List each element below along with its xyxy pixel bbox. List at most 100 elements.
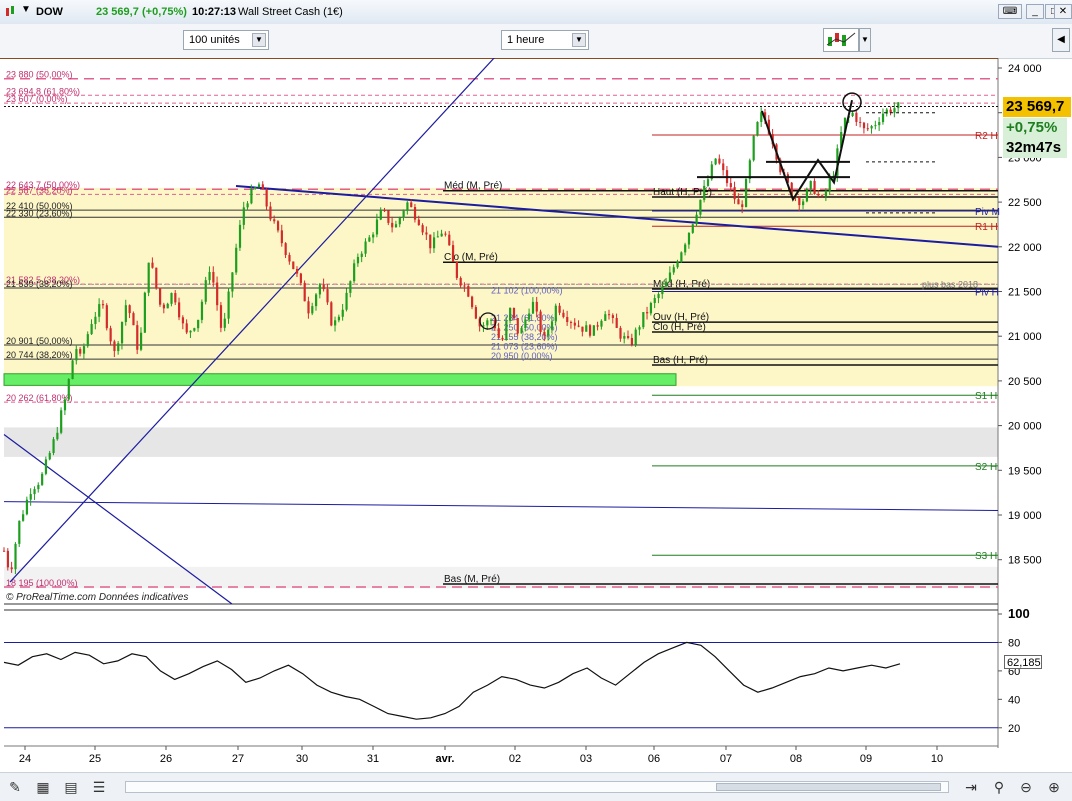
candle-body: [299, 273, 302, 283]
candle-body: [436, 236, 439, 238]
candle-body: [634, 329, 637, 345]
rsi-line: [3, 641, 901, 720]
chart-area[interactable]: 23 880 (50,00%)23 694,8 (61,80%)23 607 (…: [0, 58, 1072, 772]
candle-body: [101, 304, 105, 306]
horizontal-scrollbar[interactable]: [125, 781, 949, 793]
candle-body: [155, 267, 158, 288]
candle-body: [60, 410, 63, 433]
candle-body: [193, 328, 196, 331]
candle-body: [326, 289, 329, 303]
candle-body: [878, 122, 881, 126]
candle-body: [113, 341, 116, 352]
candle-body: [703, 185, 706, 200]
chevron-down-icon[interactable]: ▼: [252, 33, 266, 47]
candle-body: [227, 291, 230, 319]
candle-body: [451, 245, 455, 262]
scroll-end-icon[interactable]: ⇥: [962, 778, 980, 796]
list-icon[interactable]: ☰: [90, 778, 108, 796]
candle-body: [238, 224, 242, 248]
candle-body: [440, 233, 443, 237]
candle-body: [604, 314, 607, 321]
candle-body: [653, 298, 656, 304]
gray-zone-bottom: [4, 566, 998, 589]
small-fib-label: 21 073 (23,60%): [491, 341, 558, 351]
candle-body: [75, 349, 78, 361]
bottom-toolbar: ✎ ▦ ▤ ☰ ⇥ ⚲ ⊖ ⊕: [0, 772, 1072, 801]
candle-body: [212, 271, 215, 283]
indicator-tools-button[interactable]: [823, 28, 859, 52]
candle-body: [859, 121, 862, 123]
gray-zone: [4, 427, 998, 457]
units-value: 100 unités: [189, 34, 240, 46]
green-zone: [3, 373, 677, 386]
candle-body: [25, 499, 29, 515]
title-price: 23 569,7: [96, 6, 139, 18]
candle-body: [56, 432, 59, 440]
chevron-down-icon[interactable]: ▼: [21, 4, 31, 15]
candle-body: [257, 184, 261, 188]
price-level-label: 21 539 (38,20%): [6, 279, 73, 289]
candle-body: [417, 219, 420, 226]
candle-body: [311, 306, 314, 314]
side-panel-toggle-icon[interactable]: ◀: [1052, 28, 1070, 52]
x-tick-label: 24: [19, 753, 31, 765]
candle-body: [448, 234, 451, 246]
x-tick-label: 26: [160, 753, 172, 765]
y-tick-label: 19 000: [1008, 510, 1042, 522]
zoom-area-icon[interactable]: ⚲: [990, 778, 1008, 796]
candle-body: [6, 550, 10, 568]
grid-icon[interactable]: ▦: [34, 778, 52, 796]
pivot-annotation-label: Haut (H, Pré): [653, 187, 712, 198]
candle-body: [642, 312, 645, 328]
candle-body: [893, 108, 896, 113]
candle-body: [520, 328, 523, 334]
candle-body: [672, 267, 675, 273]
candle-body: [90, 323, 93, 335]
scrollbar-thumb[interactable]: [716, 783, 941, 791]
units-select[interactable]: 100 unités ▼: [183, 30, 269, 50]
minimize-button[interactable]: _: [1026, 4, 1044, 19]
candle-body: [162, 304, 166, 309]
candle-body: [455, 261, 458, 278]
chevron-down-icon[interactable]: ▼: [859, 28, 871, 52]
y-tick-label: 22 500: [1008, 197, 1042, 209]
candle-body: [588, 325, 592, 336]
candle-body: [406, 202, 409, 211]
candle-body: [368, 237, 371, 242]
candle-body: [315, 294, 318, 307]
candle-body: [607, 314, 611, 316]
zoom-in-icon[interactable]: ⊕: [1045, 778, 1063, 796]
candle-body: [14, 543, 17, 570]
candle-body: [596, 325, 599, 327]
pivot-label: Piv M: [975, 207, 1000, 218]
candle-body: [204, 280, 207, 302]
y-tick-label: 22 000: [1008, 242, 1042, 254]
close-button[interactable]: ✕: [1054, 4, 1072, 19]
candle-body: [539, 311, 542, 332]
candle-body: [528, 313, 531, 320]
candle-body: [383, 210, 386, 212]
candle-body: [611, 315, 614, 318]
chevron-down-icon[interactable]: ▼: [572, 33, 586, 47]
candle-body: [303, 282, 306, 302]
candle-body: [497, 328, 500, 338]
keyboard-icon[interactable]: ⌨: [998, 4, 1022, 19]
pivot-label: plus bas 2018: [922, 279, 978, 289]
candle-body: [174, 293, 177, 303]
candle-body: [459, 277, 462, 286]
candle-body: [265, 189, 268, 207]
timeframe-select[interactable]: 1 heure ▼: [501, 30, 589, 50]
zoom-out-icon[interactable]: ⊖: [1017, 778, 1035, 796]
candle-body: [41, 473, 44, 485]
title-bar: ▼ DOW 23 569,7 (+0,75%) 10:27:13 Wall St…: [0, 0, 1072, 25]
drawing-tools-icon[interactable]: ✎: [6, 778, 24, 796]
candle-body: [547, 329, 550, 336]
calculator-icon[interactable]: ▤: [62, 778, 80, 796]
candle-body: [577, 325, 580, 327]
candle-body: [524, 319, 527, 329]
candle-body: [741, 204, 744, 208]
candle-body: [79, 349, 82, 354]
candle-body: [661, 286, 664, 295]
candle-body: [136, 325, 139, 350]
candle-body: [292, 261, 295, 270]
